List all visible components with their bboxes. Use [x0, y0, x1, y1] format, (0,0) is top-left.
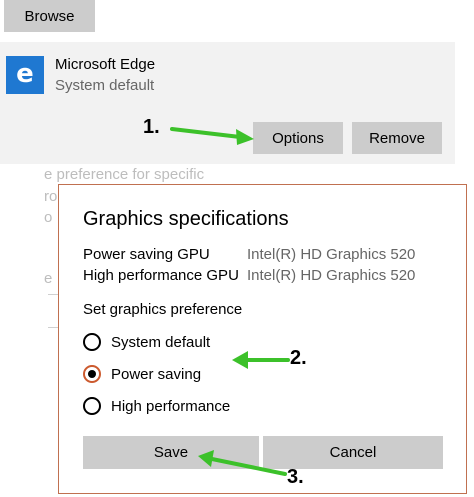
annotation-arrows: [170, 127, 290, 476]
annotation-arrowhead-2: [232, 351, 248, 369]
annotation-arrowhead-1: [236, 129, 254, 145]
annotation-arrow-1: [170, 127, 242, 139]
annotation-arrow-3: [210, 457, 287, 476]
annotation-step-3: 3.: [287, 466, 304, 488]
annotation-step-1: 1.: [143, 116, 160, 138]
annotation-arrowhead-3: [198, 450, 214, 467]
annotation-step-2: 2.: [290, 347, 307, 369]
